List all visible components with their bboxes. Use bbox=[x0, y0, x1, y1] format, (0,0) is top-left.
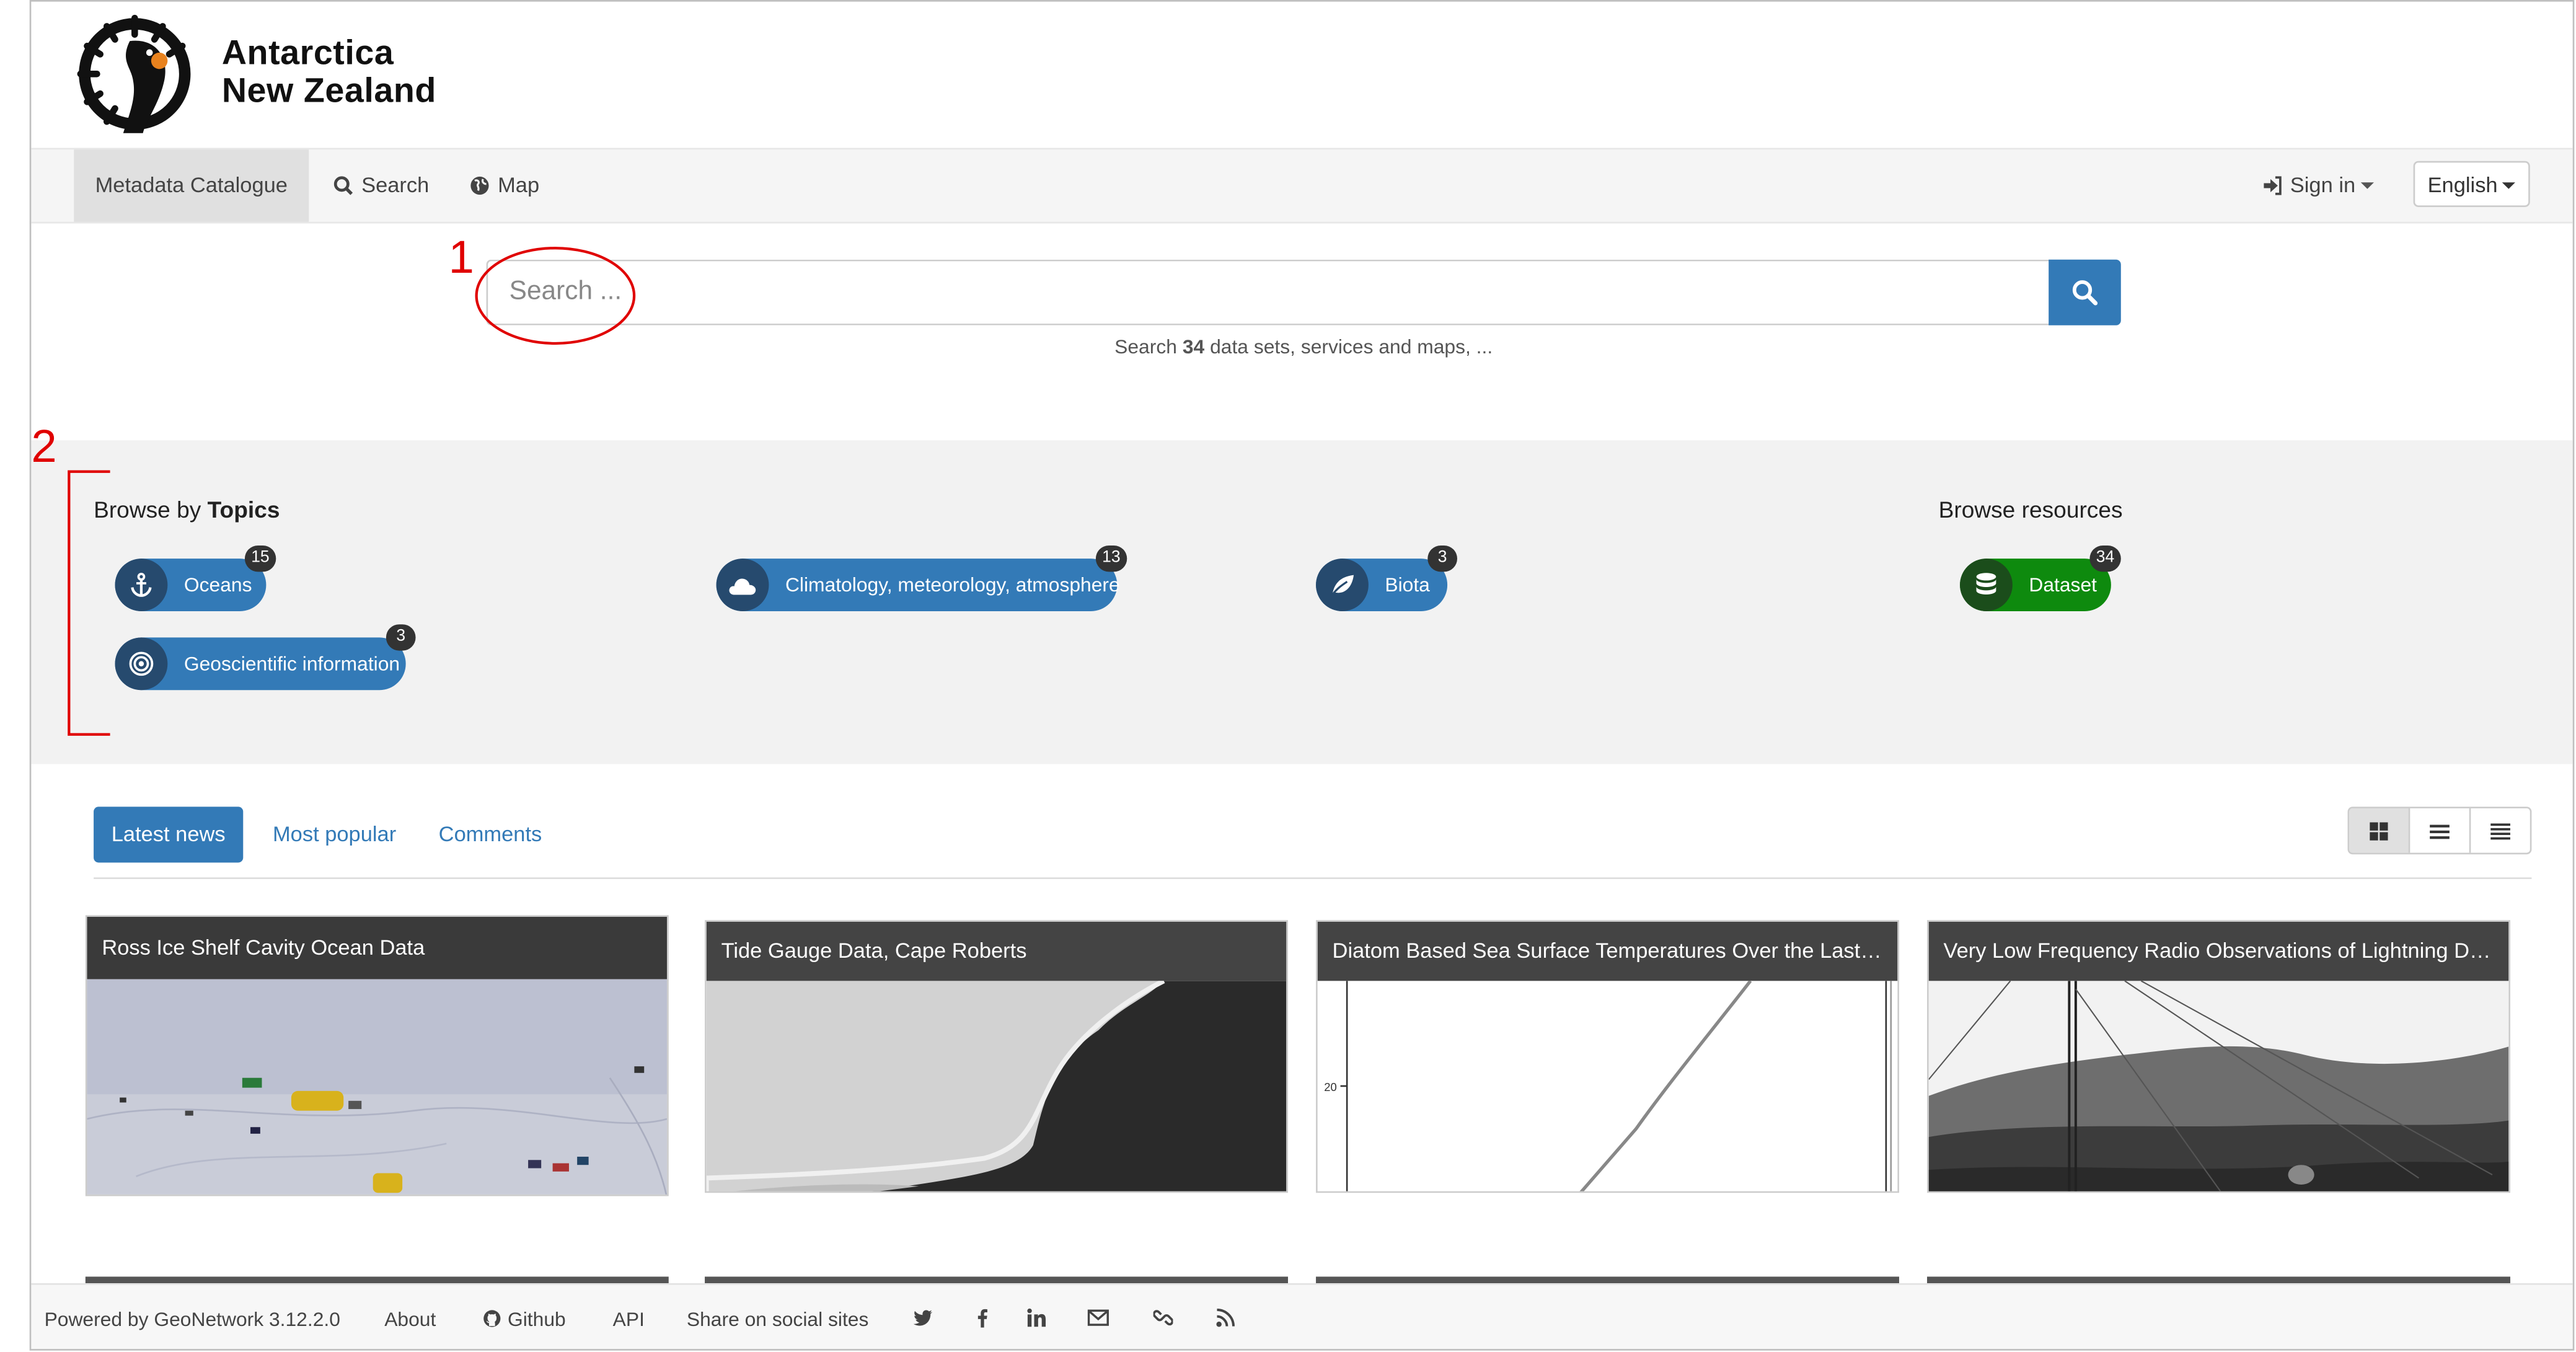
card-chart-thumbnail: 20 bbox=[1317, 981, 1898, 1191]
card-title: Diatom Based Sea Surface Temperatures Ov… bbox=[1317, 921, 1898, 981]
topic-label: Biota bbox=[1385, 573, 1430, 597]
annotation-bracket-icon bbox=[68, 470, 110, 736]
chevron-down-icon bbox=[2360, 182, 2374, 189]
footer-about-link[interactable]: About bbox=[384, 1285, 436, 1349]
record-card-diatom[interactable]: Diatom Based Sea Surface Temperatures Ov… bbox=[1316, 920, 1899, 1193]
grid-icon bbox=[2370, 821, 2388, 840]
linkedin-icon[interactable] bbox=[1027, 1308, 1047, 1328]
record-card-tide-gauge[interactable]: Tide Gauge Data, Cape Roberts bbox=[705, 920, 1288, 1193]
annotation-number-2: 2 bbox=[31, 420, 57, 472]
leaf-icon bbox=[1316, 559, 1369, 611]
email-icon[interactable] bbox=[1087, 1308, 1109, 1328]
nav-search-label: Search bbox=[361, 172, 430, 198]
page-frame: Antarctica New Zealand Metadata Catalogu… bbox=[29, 0, 2575, 1351]
browse-resources-title: Browse resources bbox=[1938, 496, 2123, 523]
list-icon bbox=[2430, 824, 2450, 839]
tab-comments[interactable]: Comments bbox=[439, 806, 542, 862]
footer-api-link[interactable]: API bbox=[613, 1285, 645, 1349]
sign-in-icon bbox=[2264, 176, 2282, 195]
brand-name[interactable]: Antarctica New Zealand bbox=[222, 35, 436, 110]
footer-powered-by[interactable]: Powered by GeoNetwork 3.12.2.0 bbox=[45, 1285, 340, 1349]
resource-label: Dataset bbox=[2029, 573, 2097, 597]
search-icon bbox=[333, 176, 353, 195]
bullseye-icon bbox=[115, 637, 168, 691]
search-button[interactable] bbox=[2049, 259, 2121, 325]
search-hint: Search 34 data sets, services and maps, … bbox=[487, 335, 2121, 358]
github-icon bbox=[483, 1310, 501, 1327]
grid-view-button[interactable] bbox=[2349, 808, 2409, 853]
topic-label: Oceans bbox=[183, 573, 252, 597]
count-badge: 34 bbox=[2089, 545, 2121, 572]
nav-map-label: Map bbox=[498, 172, 540, 198]
antarctica-nz-logo-icon[interactable] bbox=[74, 12, 195, 136]
tab-divider bbox=[94, 877, 2532, 880]
list-view-button[interactable] bbox=[2408, 808, 2469, 853]
nav-map[interactable]: Map bbox=[470, 149, 539, 222]
top-navbar: Metadata Catalogue Search Map Sign in En… bbox=[31, 148, 2573, 224]
chart-tick-label: 20 bbox=[1324, 1080, 1337, 1094]
browse-section: Browse by Topics Browse resources Oceans… bbox=[31, 440, 2573, 764]
database-icon bbox=[1960, 559, 2013, 611]
twitter-icon[interactable] bbox=[913, 1308, 933, 1328]
count-badge: 13 bbox=[1095, 545, 1127, 572]
rss-icon[interactable] bbox=[1215, 1308, 1235, 1328]
count-badge: 3 bbox=[1427, 545, 1457, 572]
topic-oceans[interactable]: Oceans 15 bbox=[115, 545, 276, 611]
browse-topics-title: Browse by Topics bbox=[94, 496, 280, 522]
compact-list-icon bbox=[2490, 823, 2510, 839]
topic-label: Climatology, meteorology, atmosphere bbox=[785, 573, 1120, 597]
count-badge: 3 bbox=[386, 624, 416, 651]
card-thumbnail bbox=[706, 981, 1287, 1191]
topic-biota[interactable]: Biota 3 bbox=[1316, 545, 1457, 611]
resource-dataset[interactable]: Dataset 34 bbox=[1960, 545, 2121, 611]
sign-in-dropdown[interactable]: Sign in bbox=[2262, 149, 2374, 222]
sign-in-label: Sign in bbox=[2290, 172, 2356, 198]
globe-icon bbox=[470, 176, 489, 195]
chevron-down-icon bbox=[2502, 182, 2516, 189]
nav-search[interactable]: Search bbox=[333, 149, 429, 222]
search-input[interactable] bbox=[486, 259, 2050, 325]
card-thumbnail bbox=[87, 979, 668, 1195]
tab-latest-news[interactable]: Latest news bbox=[94, 806, 244, 863]
brand-line-2: New Zealand bbox=[221, 72, 436, 110]
language-dropdown[interactable]: English bbox=[2413, 161, 2530, 207]
annotation-circle-icon bbox=[475, 247, 636, 345]
tab-most-popular[interactable]: Most popular bbox=[273, 806, 396, 862]
link-icon[interactable] bbox=[1153, 1308, 1173, 1328]
footer-share-label: Share on social sites bbox=[686, 1307, 869, 1331]
topic-climatology[interactable]: Climatology, meteorology, atmosphere 13 bbox=[716, 545, 1127, 611]
count-badge: 15 bbox=[244, 545, 276, 572]
nav-metadata-catalogue[interactable]: Metadata Catalogue bbox=[74, 149, 309, 222]
compact-view-button[interactable] bbox=[2469, 808, 2530, 853]
facebook-icon[interactable] bbox=[973, 1308, 992, 1328]
brand-line-1: Antarctica bbox=[221, 34, 394, 73]
language-label: English bbox=[2427, 172, 2498, 198]
search-hint-count: 34 bbox=[1182, 335, 1205, 358]
footer: Powered by GeoNetwork 3.12.2.0 About Git… bbox=[31, 1283, 2573, 1350]
topic-geoscientific[interactable]: Geoscientific information 3 bbox=[115, 624, 416, 691]
card-title: Tide Gauge Data, Cape Roberts bbox=[706, 921, 1287, 981]
annotation-number-1: 1 bbox=[448, 231, 474, 283]
search-hint-suffix: data sets, services and maps, ... bbox=[1210, 335, 1493, 358]
search-icon bbox=[2072, 280, 2098, 306]
card-title: Very Low Frequency Radio Observations of… bbox=[1928, 921, 2509, 981]
search-hint-prefix: Search bbox=[1114, 335, 1177, 358]
browse-topics-bold: Topics bbox=[207, 496, 280, 523]
topic-label: Geoscientific information bbox=[183, 652, 400, 676]
footer-github-label: Github bbox=[508, 1307, 566, 1331]
record-card-vlf-radio[interactable]: Very Low Frequency Radio Observations of… bbox=[1927, 920, 2510, 1193]
record-card-ross-ice-shelf[interactable]: Ross Ice Shelf Cavity Ocean Data bbox=[85, 915, 669, 1196]
view-mode-toggle bbox=[2347, 806, 2532, 855]
anchor-icon bbox=[115, 559, 168, 611]
cloud-icon bbox=[716, 559, 769, 611]
card-thumbnail bbox=[1928, 981, 2509, 1191]
footer-github-link[interactable]: Github bbox=[483, 1285, 566, 1349]
card-title: Ross Ice Shelf Cavity Ocean Data bbox=[87, 916, 668, 979]
